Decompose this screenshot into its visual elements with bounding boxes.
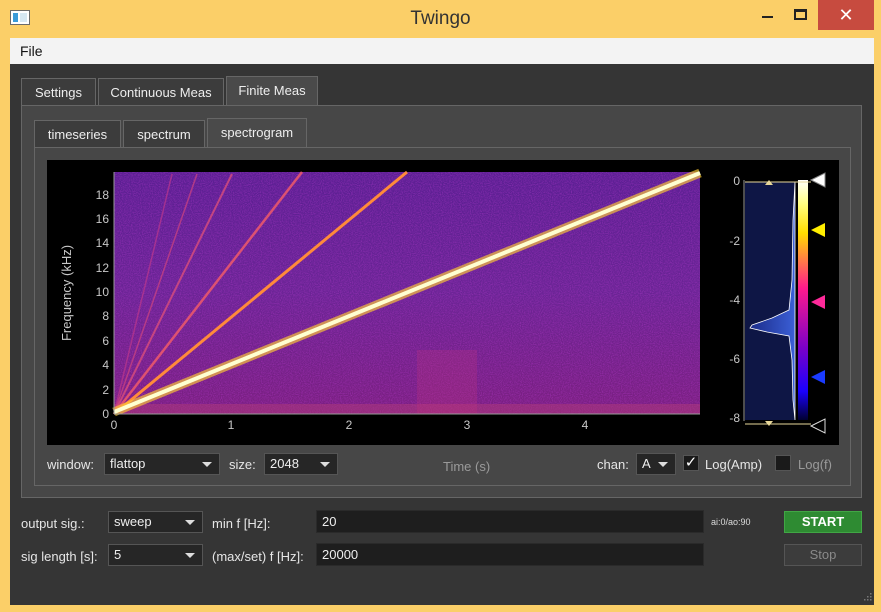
lut-handle-blue xyxy=(811,370,825,384)
window-title: Twingo xyxy=(410,8,471,29)
window-select[interactable]: flattop xyxy=(104,453,220,475)
transient-burst xyxy=(417,350,477,414)
cbar-tick-m8: -8 xyxy=(729,411,740,425)
max-f-label: (max/set) f [Hz]: xyxy=(212,549,304,564)
tab-finite-meas[interactable]: Finite Meas xyxy=(226,76,318,106)
lut-handle-black xyxy=(809,418,826,434)
colorbar xyxy=(798,180,808,420)
output-sig-select-value: sweep xyxy=(114,514,152,529)
log-amp-checkbox[interactable]: ✓ xyxy=(683,455,699,471)
spectrogram-pane: 0 2 4 6 8 10 12 14 16 18 0 1 2 3 4 Frequ… xyxy=(34,147,851,486)
x-tick-1: 1 xyxy=(228,418,235,432)
cbar-tick-m6: -6 xyxy=(729,352,740,366)
min-f-input[interactable]: 20 xyxy=(316,510,704,533)
spectrogram-canvas: 0 2 4 6 8 10 12 14 16 18 0 1 2 3 4 Frequ… xyxy=(59,168,826,434)
finite-meas-pane: timeseries spectrum spectrogram 0 2 4 6 … xyxy=(21,105,862,498)
sig-length-label: sig length [s]: xyxy=(21,549,98,564)
x-ticks: 0 1 2 3 4 xyxy=(111,418,589,432)
log-f-label: Log(f) xyxy=(798,457,832,472)
sig-length-select-value: 5 xyxy=(114,547,122,562)
max-f-input[interactable]: 20000 xyxy=(316,543,704,566)
menu-file[interactable]: File xyxy=(20,43,43,59)
window-select-value: flattop xyxy=(110,456,146,471)
tab-continuous-meas[interactable]: Continuous Meas xyxy=(98,78,224,106)
cbar-tick-0: 0 xyxy=(733,174,740,188)
lut-handle-magenta xyxy=(811,295,825,309)
tab-spectrum[interactable]: spectrum xyxy=(123,120,205,148)
min-f-label: min f [Hz]: xyxy=(212,516,271,531)
lut-handle-white xyxy=(809,172,826,188)
stop-button[interactable]: Stop xyxy=(784,544,862,566)
y-tick-12: 12 xyxy=(96,261,110,275)
size-select[interactable]: 2048 xyxy=(264,453,338,475)
output-sig-label: output sig.: xyxy=(21,516,85,531)
x-axis-label: Time (s) xyxy=(443,459,491,474)
size-label: size: xyxy=(229,457,256,472)
io-status-label: ai:0/ao:90 xyxy=(711,517,751,527)
colorbar-ticks: 0 -2 -4 -6 -8 xyxy=(729,174,740,425)
histogram-bg xyxy=(745,182,795,420)
x-tick-4: 4 xyxy=(582,418,589,432)
lut-handle-yellow xyxy=(811,223,825,237)
chan-label: chan: xyxy=(597,457,629,472)
y-tick-18: 18 xyxy=(96,188,110,202)
chevron-down-icon xyxy=(658,462,668,467)
chevron-down-icon xyxy=(185,520,195,525)
y-tick-2: 2 xyxy=(102,383,109,397)
resize-grip-icon[interactable] xyxy=(862,593,872,603)
close-button[interactable]: ✕ xyxy=(818,0,874,30)
log-amp-label: Log(Amp) xyxy=(705,457,763,472)
y-tick-10: 10 xyxy=(96,285,110,299)
spectrogram-plot[interactable]: 0 2 4 6 8 10 12 14 16 18 0 1 2 3 4 Frequ… xyxy=(47,160,839,445)
menu-bar: File xyxy=(10,38,874,64)
chevron-down-icon xyxy=(202,462,212,467)
minimize-button[interactable] xyxy=(750,0,784,30)
window-label: window: xyxy=(47,457,94,472)
chan-select-value: A xyxy=(642,456,651,471)
close-icon: ✕ xyxy=(838,5,854,25)
size-select-value: 2048 xyxy=(270,456,299,471)
log-f-checkbox[interactable] xyxy=(775,455,791,471)
minimize-icon xyxy=(761,15,773,18)
x-tick-0: 0 xyxy=(111,418,118,432)
check-icon: ✓ xyxy=(684,454,698,471)
y-axis-label: Frequency (kHz) xyxy=(59,245,74,341)
x-tick-2: 2 xyxy=(346,418,353,432)
title-bar: Twingo ✕ xyxy=(0,0,881,38)
y-tick-0: 0 xyxy=(102,407,109,421)
tab-settings[interactable]: Settings xyxy=(21,78,96,106)
y-tick-6: 6 xyxy=(102,334,109,348)
tab-timeseries[interactable]: timeseries xyxy=(34,120,121,148)
x-tick-3: 3 xyxy=(464,418,471,432)
main-window-content: Settings Continuous Meas Finite Meas tim… xyxy=(10,64,874,605)
chan-select[interactable]: A xyxy=(636,453,676,475)
tab-spectrogram[interactable]: spectrogram xyxy=(207,118,307,148)
output-sig-select[interactable]: sweep xyxy=(108,511,203,533)
low-freq-band xyxy=(114,404,700,414)
maximize-icon xyxy=(793,9,807,21)
sig-length-select[interactable]: 5 xyxy=(108,544,203,566)
y-tick-4: 4 xyxy=(102,358,109,372)
y-tick-14: 14 xyxy=(96,236,110,250)
start-button[interactable]: START xyxy=(784,511,862,533)
chevron-down-icon xyxy=(185,553,195,558)
y-tick-16: 16 xyxy=(96,212,110,226)
cbar-tick-m2: -2 xyxy=(729,234,740,248)
cbar-tick-m4: -4 xyxy=(729,293,740,307)
maximize-button[interactable] xyxy=(783,0,817,30)
y-tick-8: 8 xyxy=(102,309,109,323)
chevron-down-icon xyxy=(320,462,330,467)
histogram-lut[interactable] xyxy=(743,172,826,434)
y-ticks: 0 2 4 6 8 10 12 14 16 18 xyxy=(96,188,110,421)
